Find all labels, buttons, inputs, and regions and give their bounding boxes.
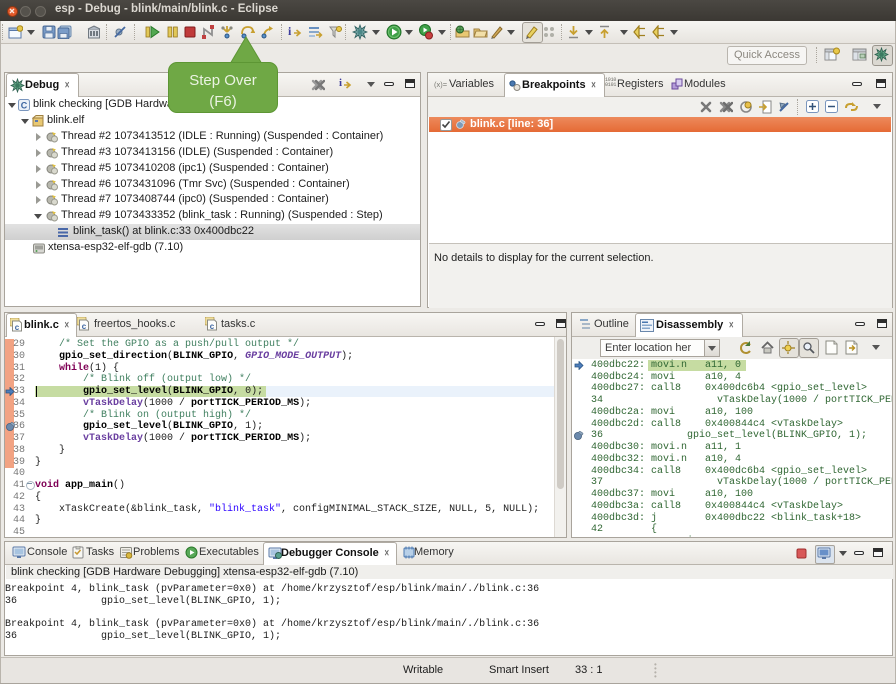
svg-text:c: c [210,323,215,331]
svg-text:c: c [82,323,87,331]
svg-text:c: c [15,324,20,332]
svg-text:C: C [21,101,28,111]
